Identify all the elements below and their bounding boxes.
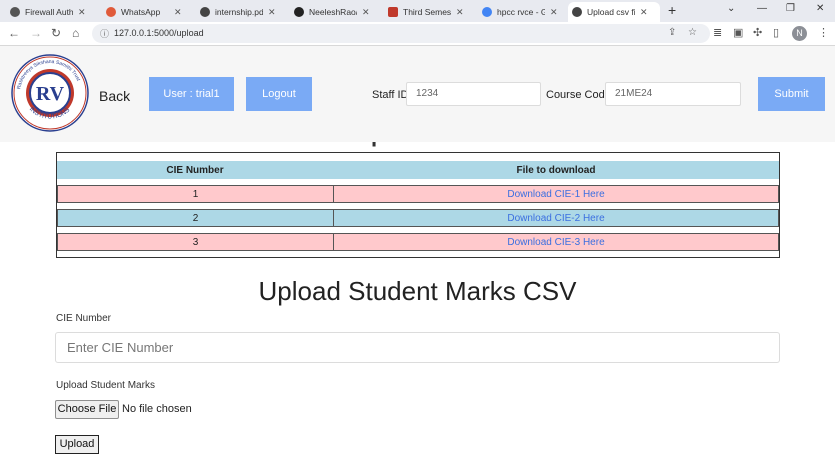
tab-label: internship.pdf	[215, 7, 263, 17]
github-icon	[294, 7, 304, 17]
whatsapp-icon	[106, 7, 116, 17]
tab-label: NeeleshRao/Si	[309, 7, 357, 17]
forward-arrow-icon[interactable]: →	[30, 26, 42, 40]
globe-icon	[200, 7, 210, 17]
browser-tab-third-semester[interactable]: Third Semeste ✕	[384, 2, 476, 22]
close-icon[interactable]: ✕	[268, 7, 276, 18]
logo-text: RV	[36, 83, 65, 105]
url-bar[interactable]: ⓘ 127.0.0.1:5000/upload ⇪ ☆	[92, 24, 710, 43]
back-arrow-icon[interactable]: ←	[8, 26, 20, 40]
close-icon[interactable]: ✕	[78, 7, 86, 18]
cie-number-cell: 2	[58, 210, 334, 226]
star-icon[interactable]: ☆	[688, 27, 697, 38]
media-icon[interactable]: ▣	[733, 26, 743, 39]
globe-icon	[10, 7, 20, 17]
browser-tab-google[interactable]: hpcc rvce - Go ✕	[478, 2, 570, 22]
extension-list-icon[interactable]: ≣	[713, 26, 722, 39]
tab-label: Third Semeste	[403, 7, 451, 17]
table-row: 2 Download CIE-2 Here	[57, 209, 779, 227]
logout-button[interactable]: Logout	[246, 77, 312, 111]
profile-avatar[interactable]: N	[792, 26, 807, 41]
user-button[interactable]: User : trial1	[149, 77, 234, 111]
document-icon	[388, 7, 398, 17]
new-tab-icon[interactable]: +	[668, 2, 676, 18]
download-cell: Download CIE-1 Here	[334, 186, 778, 202]
column-header-file: File to download	[516, 164, 596, 176]
download-cie-2-link[interactable]: Download CIE-2 Here	[507, 213, 604, 224]
choose-file-button[interactable]: Choose File	[55, 400, 119, 419]
tab-label: WhatsApp	[121, 7, 161, 17]
window-close-icon[interactable]: ✕	[816, 3, 824, 14]
cie-number-input[interactable]: Enter CIE Number	[55, 332, 780, 363]
restore-icon[interactable]: ❐	[786, 3, 795, 14]
upload-title: Upload Student Marks CSV	[258, 276, 577, 306]
chevron-down-icon[interactable]: ⌄	[727, 3, 735, 14]
table-row: 1 Download CIE-1 Here	[57, 185, 779, 203]
cie-number-label: CIE Number	[56, 313, 112, 324]
minimize-icon[interactable]: —	[757, 3, 767, 14]
url-text: 127.0.0.1:5000/upload	[114, 28, 204, 38]
close-icon[interactable]: ✕	[174, 7, 182, 18]
back-link[interactable]: Back	[99, 88, 130, 104]
reload-icon[interactable]: ↻	[51, 26, 61, 40]
tab-label: Upload csv file	[587, 7, 635, 17]
submit-button[interactable]: Submit	[758, 77, 825, 111]
column-header-cie: CIE Number	[166, 164, 224, 176]
table-header-row: CIE Number File to download	[57, 161, 779, 179]
sample-files-table: CIE Number File to download 1 Download C…	[56, 152, 780, 258]
home-icon[interactable]: ⌂	[72, 26, 79, 40]
browser-tab-firewall[interactable]: Firewall Authen ✕	[6, 2, 98, 22]
browser-tab-upload[interactable]: Upload csv file ✕	[568, 2, 660, 22]
close-icon[interactable]: ✕	[550, 7, 558, 18]
cie-number-cell: 1	[58, 186, 334, 202]
download-cie-3-link[interactable]: Download CIE-3 Here	[507, 237, 604, 248]
browser-tab-github[interactable]: NeeleshRao/Si ✕	[290, 2, 382, 22]
staff-id-label: Staff ID	[372, 89, 409, 101]
sidebar-icon[interactable]: ▯	[773, 26, 779, 39]
table-row: 3 Download CIE-3 Here	[57, 233, 779, 251]
course-code-field[interactable]: 21ME24	[605, 82, 741, 106]
upload-marks-label: Upload Student Marks	[56, 380, 155, 391]
puzzle-icon[interactable]: ✣	[753, 26, 762, 39]
cie-number-cell: 3	[58, 234, 334, 250]
file-status-text: No file chosen	[122, 403, 192, 415]
close-icon[interactable]: ✕	[362, 7, 370, 18]
address-bar-row: ← → ↻ ⌂ ⓘ 127.0.0.1:5000/upload ⇪ ☆ ≣ ▣ …	[0, 22, 835, 46]
google-icon	[482, 7, 492, 17]
browser-tab-internship[interactable]: internship.pdf ✕	[196, 2, 288, 22]
browser-tab-whatsapp[interactable]: WhatsApp ✕	[102, 2, 194, 22]
tab-label: Firewall Authen	[25, 7, 73, 17]
share-icon[interactable]: ⇪	[668, 27, 676, 38]
upload-button[interactable]: Upload	[55, 435, 99, 454]
download-cie-1-link[interactable]: Download CIE-1 Here	[507, 189, 604, 200]
site-header: RV Rashtreeya Sikshana Samithi Trust INS…	[0, 46, 835, 142]
tab-label: hpcc rvce - Go	[497, 7, 545, 17]
browser-tab-strip: Firewall Authen ✕ WhatsApp ✕ internship.…	[0, 0, 835, 22]
download-cell: Download CIE-3 Here	[334, 234, 778, 250]
download-cell: Download CIE-2 Here	[334, 210, 778, 226]
course-code-label: Course Code	[546, 89, 611, 101]
rv-logo: RV Rashtreeya Sikshana Samithi Trust INS…	[11, 54, 89, 132]
menu-dots-icon[interactable]: ⋮	[818, 26, 829, 39]
staff-id-field[interactable]: 1234	[406, 82, 541, 106]
close-icon[interactable]: ✕	[456, 7, 464, 18]
close-icon[interactable]: ✕	[640, 7, 648, 18]
globe-icon	[572, 7, 582, 17]
info-icon[interactable]: ⓘ	[100, 27, 109, 40]
